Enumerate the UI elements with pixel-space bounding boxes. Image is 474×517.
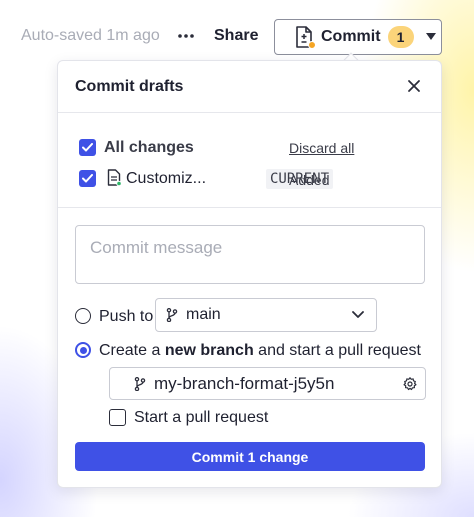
gear-icon[interactable] (403, 377, 417, 391)
new-branch-name-input[interactable]: my-branch-format-j5y5n (109, 367, 426, 400)
more-options-button[interactable] (175, 25, 197, 47)
change-indicator-dot (308, 41, 316, 49)
commit-dropdown-button[interactable]: Commit 1 (274, 19, 442, 55)
chevron-down-icon (352, 311, 364, 318)
caret-down-icon (425, 33, 436, 40)
popover-header: Commit drafts (58, 61, 441, 113)
git-branch-icon (166, 308, 178, 322)
start-pr-checkbox[interactable] (109, 409, 126, 426)
checkmark-icon (82, 174, 93, 183)
share-button[interactable]: Share (214, 27, 258, 45)
autosave-status: Auto-saved 1m ago (21, 27, 160, 44)
create-branch-label-suffix: and start a pull request (253, 342, 421, 359)
commit-message-input[interactable] (75, 225, 425, 284)
checkmark-icon (82, 143, 93, 152)
ellipsis-icon (178, 34, 194, 38)
push-to-radio[interactable] (75, 308, 91, 324)
push-to-label: Push to (99, 308, 154, 325)
file-change-checkbox[interactable] (79, 170, 96, 187)
changes-list: All changes Discard all Customiz... CURR… (58, 113, 441, 208)
close-icon[interactable] (407, 79, 421, 93)
commit-drafts-popover: Commit drafts All changes Discard all Cu… (57, 60, 442, 488)
file-status: Added (289, 172, 330, 188)
git-branch-icon (134, 376, 146, 391)
commit-count-badge: 1 (387, 26, 414, 48)
file-diff-icon (295, 26, 316, 49)
create-branch-label: Create a new branch and start a pull req… (99, 342, 421, 360)
file-added-icon (107, 169, 121, 186)
create-branch-radio[interactable] (75, 342, 91, 358)
commit-button-label: Commit (321, 28, 381, 45)
all-changes-checkbox[interactable] (79, 139, 96, 156)
popover-title: Commit drafts (75, 78, 184, 95)
push-branch-select[interactable]: main (155, 298, 377, 332)
commit-change-button[interactable]: Commit 1 change (75, 442, 425, 471)
new-branch-name-value: my-branch-format-j5y5n (154, 373, 335, 393)
create-branch-label-bold: new branch (164, 342, 254, 359)
create-branch-label-prefix: Create a (99, 342, 165, 359)
push-branch-value: main (186, 306, 221, 323)
all-changes-label: All changes (104, 139, 194, 156)
file-name: Customiz... (126, 170, 207, 187)
discard-all-link[interactable]: Discard all (289, 140, 354, 156)
start-pr-label: Start a pull request (134, 409, 269, 426)
